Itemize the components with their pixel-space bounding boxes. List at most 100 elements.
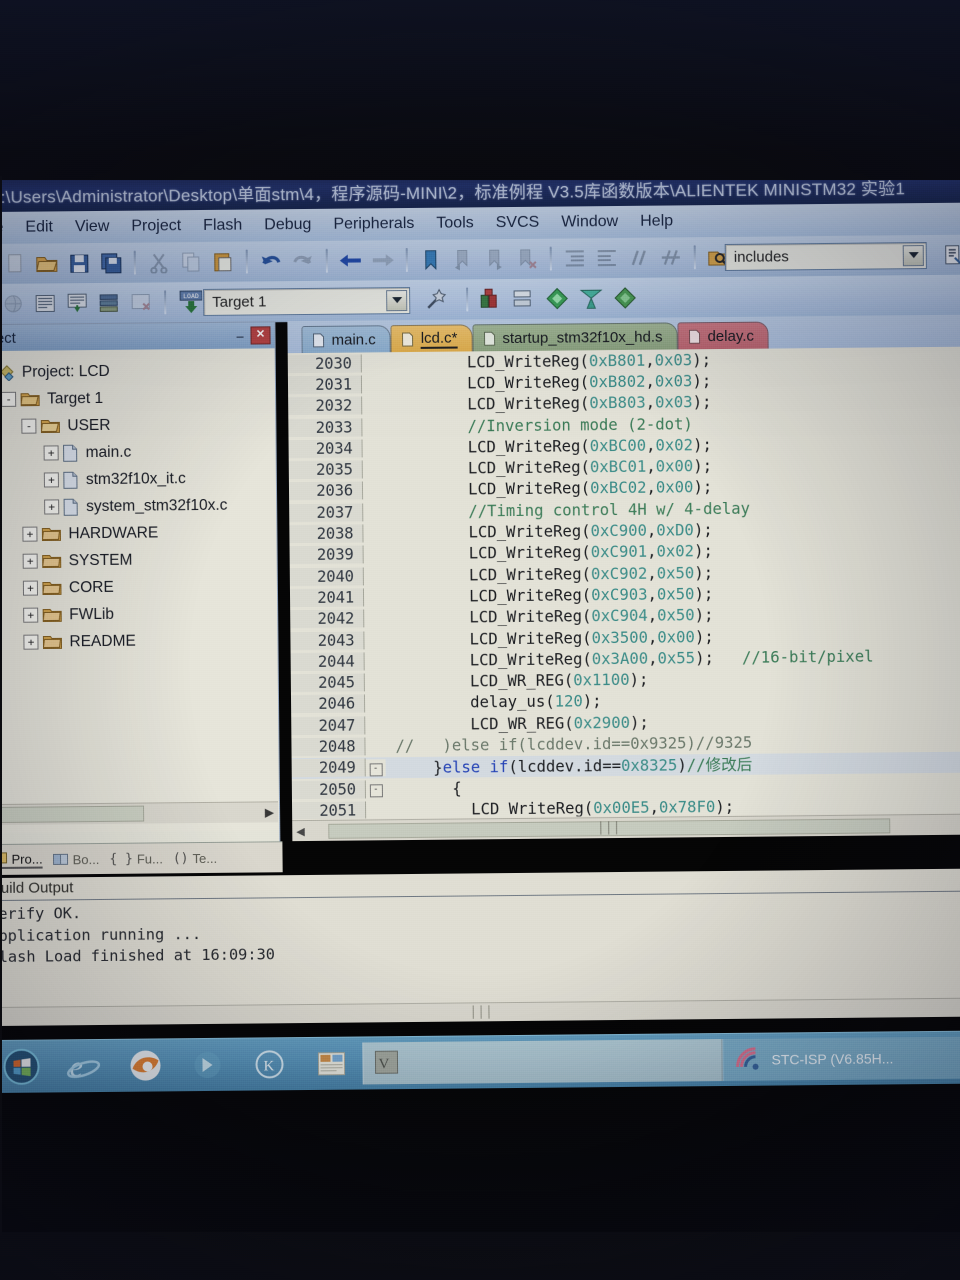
menu-item-help[interactable]: Help	[629, 210, 684, 233]
navigate-forward-icon[interactable]	[370, 247, 396, 273]
editor-tab-main-c[interactable]: main.c	[301, 325, 391, 354]
batch-build-icon[interactable]	[96, 290, 122, 316]
tree-item-user[interactable]: - USER	[0, 410, 276, 440]
expander-toggle[interactable]: +	[43, 472, 59, 488]
taskbar-button-stc-isp[interactable]: STC-ISP (V6.85H...	[722, 1035, 960, 1082]
save-icon[interactable]	[66, 250, 92, 276]
rebuild-all-icon[interactable]	[64, 290, 90, 316]
tree-item-readme[interactable]: + README	[0, 626, 278, 656]
tree-item-stm32f10x-it-c[interactable]: + stm32f10x_it.c	[0, 464, 276, 494]
copy-icon[interactable]	[178, 249, 204, 275]
config-wizard-icon[interactable]	[578, 285, 604, 311]
save-all-icon[interactable]	[98, 250, 124, 276]
tree-item-project[interactable]: Project: LCD	[0, 356, 275, 386]
menu-item-window[interactable]: Window	[550, 211, 629, 234]
bookmark-next-icon[interactable]	[482, 246, 508, 272]
bookmark-prev-icon[interactable]	[450, 246, 476, 272]
manage-components-icon[interactable]	[510, 286, 536, 312]
menu-item-flash[interactable]: Flash	[192, 214, 253, 237]
navigate-back-icon[interactable]	[338, 247, 364, 273]
open-folder-icon[interactable]	[34, 250, 60, 276]
pin-icon[interactable]: ⎯	[236, 327, 243, 344]
menu-item-file[interactable]: e	[0, 217, 14, 239]
multi-project-icon[interactable]	[612, 285, 638, 311]
comment-icon[interactable]	[626, 245, 652, 271]
expander-toggle[interactable]: +	[22, 526, 38, 542]
cut-icon[interactable]	[146, 249, 172, 275]
internet-explorer-icon[interactable]: e	[52, 1042, 114, 1091]
code-text: LCD_WriteReg(0xC901,0x02);	[393, 542, 713, 564]
paste-icon[interactable]	[210, 249, 236, 275]
bookmark-toggle-icon[interactable]	[418, 247, 444, 273]
scroll-left-icon[interactable]: ◀	[292, 824, 309, 838]
stop-build-icon[interactable]	[128, 289, 154, 315]
search-input[interactable]: includes	[726, 248, 789, 266]
magic-wand-icon[interactable]	[424, 287, 450, 313]
expander-toggle[interactable]: +	[23, 607, 39, 623]
editor-tab-delay-c[interactable]: delay.c	[677, 321, 770, 350]
menu-item-peripherals[interactable]: Peripherals	[322, 213, 425, 236]
project-horizontal-scrollbar[interactable]: ▶	[0, 801, 279, 826]
scrollbar-thumb[interactable]: │││	[328, 817, 891, 839]
tree-item-hardware[interactable]: + HARDWARE	[0, 518, 277, 548]
expander-toggle[interactable]: +	[44, 499, 60, 515]
expander-toggle[interactable]: +	[23, 634, 39, 650]
c-file-icon	[63, 444, 78, 462]
explorer-icon[interactable]	[300, 1039, 362, 1088]
tree-item-system-stm32f10x-c[interactable]: + system_stm32f10x.c	[0, 491, 276, 521]
new-file-icon[interactable]	[2, 251, 28, 277]
scroll-right-icon[interactable]: ▶	[265, 805, 274, 819]
target-select[interactable]: Target 1	[203, 286, 411, 316]
menu-item-svcs[interactable]: SVCS	[485, 212, 551, 235]
menu-item-edit[interactable]: Edit	[14, 216, 64, 238]
outdent-icon[interactable]	[594, 245, 620, 271]
indent-icon[interactable]	[562, 245, 588, 271]
menu-item-tools[interactable]: Tools	[425, 212, 485, 235]
firefox-icon[interactable]	[114, 1041, 176, 1090]
open-header-icon[interactable]	[940, 242, 960, 268]
windows-start-icon[interactable]	[0, 1042, 53, 1091]
expander-toggle[interactable]: -	[1, 391, 17, 407]
editor-tab-startup-s[interactable]: startup_stm32f10x_hd.s	[472, 322, 678, 352]
close-icon[interactable]: ✕	[250, 326, 271, 345]
tree-item-target[interactable]: - Target 1	[0, 383, 275, 413]
expander-toggle[interactable]: +	[22, 553, 38, 569]
tree-item-fwlib[interactable]: + FWLib	[0, 599, 277, 629]
dock-tab-functions[interactable]: { } Fu...	[109, 851, 163, 867]
debug-start-icon[interactable]	[544, 285, 570, 311]
taskbar-button-uvision[interactable]: V	[362, 1039, 723, 1085]
redo-icon[interactable]	[290, 248, 316, 274]
fold-toggle-icon[interactable]: -	[365, 759, 386, 777]
translate-icon[interactable]	[0, 291, 26, 317]
search-input-combo[interactable]: includes	[724, 241, 927, 271]
dock-tab-books[interactable]: Bo...	[53, 851, 100, 868]
uncomment-icon[interactable]	[658, 244, 684, 270]
code-view[interactable]: 2030 LCD_WriteReg(0xB801,0x03); 2031 LCD_…	[287, 346, 960, 820]
svg-text:K: K	[263, 1058, 274, 1074]
dock-tab-templates[interactable]: () Te...	[173, 850, 217, 865]
expander-toggle[interactable]: -	[21, 418, 37, 434]
scrollbar-thumb[interactable]	[0, 805, 145, 824]
build-output-scrollbar[interactable]: │││	[0, 997, 960, 1027]
menu-item-debug[interactable]: Debug	[253, 214, 322, 237]
tree-item-system[interactable]: + SYSTEM	[0, 545, 277, 575]
menu-item-view[interactable]: View	[64, 216, 121, 239]
tree-item-main-c[interactable]: + main.c	[0, 437, 276, 467]
undo-icon[interactable]	[258, 248, 284, 274]
tree-item-core[interactable]: + CORE	[0, 572, 277, 602]
expander-toggle[interactable]: +	[22, 580, 39, 596]
chevron-down-icon[interactable]	[902, 244, 924, 266]
keil-uvision-icon[interactable]: K	[238, 1040, 300, 1089]
download-icon[interactable]: LOAD	[176, 289, 203, 315]
menu-item-project[interactable]: Project	[120, 215, 192, 238]
editor-tab-lcd-c[interactable]: lcd.c*	[390, 324, 473, 353]
build-icon[interactable]	[32, 290, 58, 316]
media-player-icon[interactable]	[176, 1041, 238, 1090]
fold-toggle-icon[interactable]: -	[365, 780, 386, 798]
expander-toggle[interactable]: +	[43, 445, 59, 461]
target-options-icon[interactable]	[476, 286, 502, 312]
chevron-down-icon[interactable]	[386, 289, 408, 311]
code-text: LCD_WriteReg(0xBC00,0x02);	[392, 435, 712, 457]
dock-tab-project[interactable]: Pro...	[0, 850, 43, 870]
bookmark-clear-icon[interactable]	[514, 246, 540, 272]
